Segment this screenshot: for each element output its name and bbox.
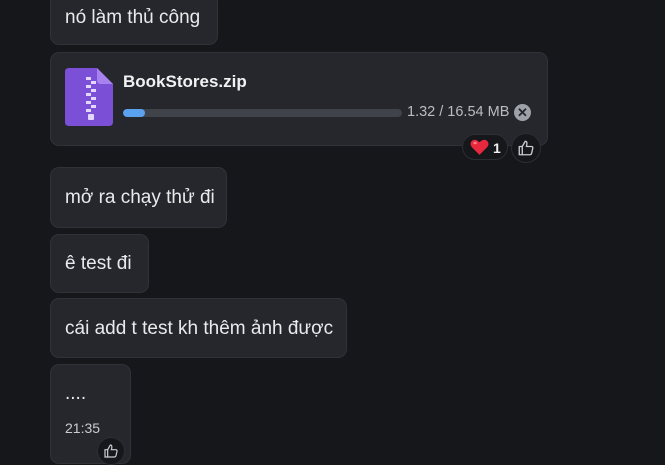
- download-progress-text: 1.32 / 16.54 MB: [407, 104, 510, 120]
- message-text: cái add t test kh thêm ảnh được: [65, 318, 334, 339]
- reaction-badge[interactable]: 1: [462, 134, 508, 160]
- thumbs-up-icon: [518, 140, 534, 156]
- file-attachment[interactable]: BookStores.zip 1.32 / 16.54 MB ✕: [50, 52, 548, 146]
- message-bubble[interactable]: mở ra chạy thử đi: [50, 167, 227, 228]
- like-button[interactable]: [511, 133, 541, 163]
- zip-file-icon: [65, 68, 113, 126]
- message-bubble[interactable]: ê test đi: [50, 234, 149, 293]
- reaction-count: 1: [493, 140, 501, 156]
- message-text: nó làm thủ công: [65, 7, 201, 28]
- heart-icon: [470, 139, 489, 155]
- message-text: ê test đi: [65, 253, 132, 274]
- message-timestamp: 21:35: [65, 420, 101, 436]
- message-bubble[interactable]: cái add t test kh thêm ảnh được: [50, 298, 347, 358]
- message-bubble[interactable]: nó làm thủ công: [50, 0, 218, 45]
- file-name[interactable]: BookStores.zip: [123, 72, 247, 92]
- like-button[interactable]: [97, 437, 125, 465]
- thumbs-up-icon: [104, 444, 118, 458]
- download-progress-bar: [123, 109, 402, 117]
- message-text: ....: [65, 383, 87, 404]
- close-icon[interactable]: ✕: [514, 104, 531, 121]
- download-progress-fill: [123, 109, 146, 117]
- message-text: mở ra chạy thử đi: [65, 187, 215, 208]
